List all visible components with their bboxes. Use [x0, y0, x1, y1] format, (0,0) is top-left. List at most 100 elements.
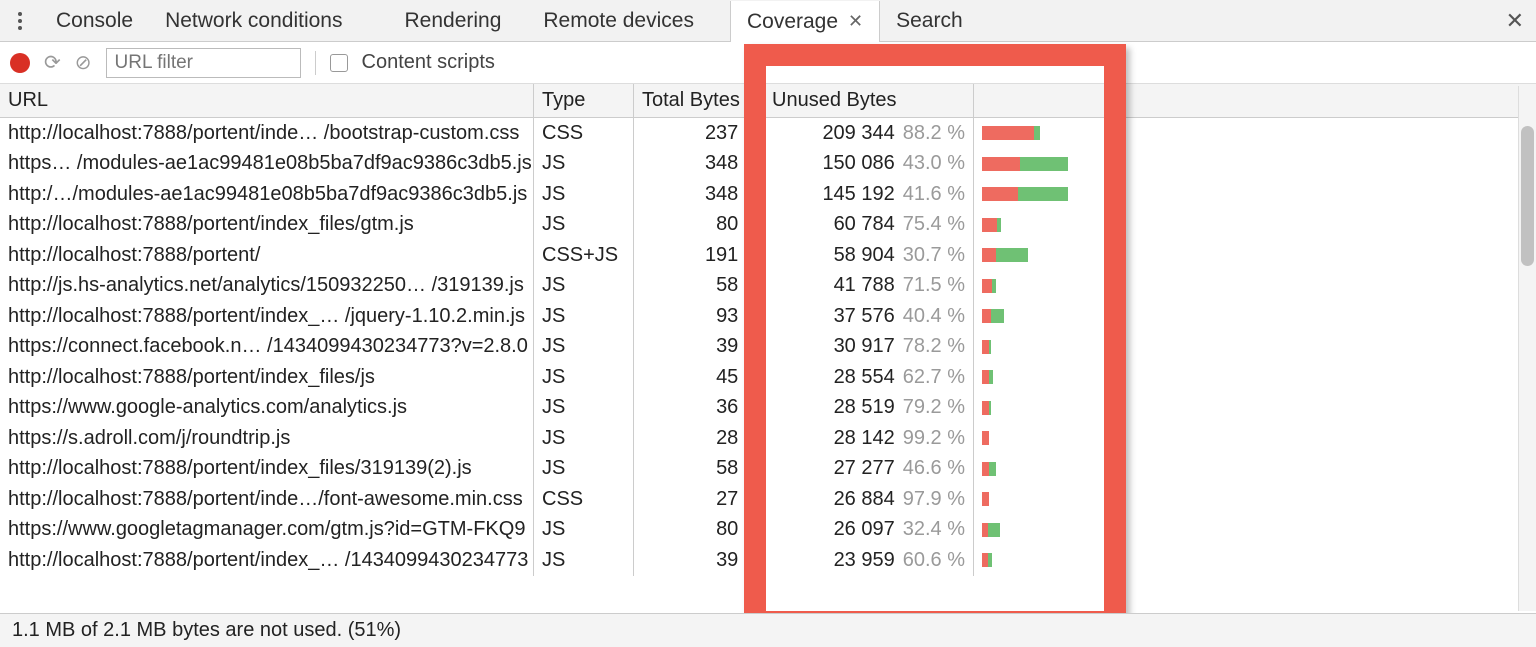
coverage-toolbar: ⟳ ⊘ Content scripts — [0, 42, 1536, 84]
tab-console[interactable]: Console — [40, 0, 149, 41]
cell-total: 191 6 — [634, 240, 764, 271]
cell-total: 45 5 — [634, 362, 764, 393]
cell-total: 27 4 — [634, 484, 764, 515]
cell-total: 58 4 — [634, 271, 764, 302]
cell-total: 93 0 — [634, 301, 764, 332]
cell-total: 237 4 — [634, 118, 764, 149]
cell-bar — [974, 149, 1124, 180]
url-filter-input[interactable] — [106, 48, 301, 78]
cell-url: http://localhost:7888/portent/index_… /1… — [0, 545, 534, 576]
cell-bar — [974, 484, 1124, 515]
cell-bar — [974, 179, 1124, 210]
cell-type: JS — [534, 149, 634, 180]
cell-type: JS — [534, 179, 634, 210]
cell-unused: 28 51979.2 % — [764, 393, 974, 424]
table-row[interactable]: http://localhost:7888/portent/index_… /1… — [0, 545, 1536, 576]
table-row[interactable]: https://s.adroll.com/j/roundtrip.jsJS28 … — [0, 423, 1536, 454]
drawer-tabbar: Console Network conditions Rendering Rem… — [0, 0, 1536, 42]
content-scripts-checkbox[interactable] — [330, 54, 348, 72]
cell-url: http://localhost:7888/portent/inde… /boo… — [0, 118, 534, 149]
table-row[interactable]: http://localhost:7888/portent/index_file… — [0, 454, 1536, 485]
cell-total: 80 5 — [634, 515, 764, 546]
cell-type: JS — [534, 271, 634, 302]
cell-bar — [974, 545, 1124, 576]
cell-unused: 26 88497.9 % — [764, 484, 974, 515]
table-row[interactable]: https://www.google-analytics.com/analyti… — [0, 393, 1536, 424]
cell-url: http://js.hs-analytics.net/analytics/150… — [0, 271, 534, 302]
cell-bar — [974, 332, 1124, 363]
col-url[interactable]: URL — [0, 84, 534, 117]
cell-type: JS — [534, 423, 634, 454]
cell-type: JS — [534, 393, 634, 424]
tab-coverage[interactable]: Coverage ✕ — [730, 1, 880, 42]
cell-bar — [974, 362, 1124, 393]
cell-url: https://connect.facebook.n… /14340994302… — [0, 332, 534, 363]
cell-unused: 60 78475.4 % — [764, 210, 974, 241]
cell-type: JS — [534, 332, 634, 363]
cell-url: http://localhost:7888/portent/index_file… — [0, 210, 534, 241]
table-row[interactable]: https://connect.facebook.n… /14340994302… — [0, 332, 1536, 363]
cell-unused: 30 91778.2 % — [764, 332, 974, 363]
table-row[interactable]: http://localhost:7888/portent/inde… /boo… — [0, 118, 1536, 149]
more-menu-icon[interactable] — [0, 12, 40, 30]
cell-type: JS — [534, 362, 634, 393]
coverage-rows: http://localhost:7888/portent/inde… /boo… — [0, 118, 1536, 576]
cell-total: 28 3 — [634, 423, 764, 454]
scrollbar-thumb[interactable] — [1521, 126, 1534, 266]
cell-unused: 28 14299.2 % — [764, 423, 974, 454]
vertical-scrollbar[interactable] — [1518, 86, 1536, 611]
reload-icon[interactable]: ⟳ — [44, 50, 61, 75]
cell-url: http://localhost:7888/portent/index_file… — [0, 454, 534, 485]
cell-total: 348 7 — [634, 149, 764, 180]
clear-icon[interactable]: ⊘ — [75, 50, 92, 75]
cell-bar — [974, 118, 1124, 149]
cell-total: 36 0 — [634, 393, 764, 424]
cell-unused: 41 78871.5 % — [764, 271, 974, 302]
cell-type: CSS+JS — [534, 240, 634, 271]
table-row[interactable]: http:/…/modules-ae1ac99481e08b5ba7df9ac9… — [0, 179, 1536, 210]
cell-bar — [974, 301, 1124, 332]
cell-unused: 150 08643.0 % — [764, 149, 974, 180]
cell-type: CSS — [534, 484, 634, 515]
table-row[interactable]: http://localhost:7888/portent/index_… /j… — [0, 301, 1536, 332]
table-header: URL Type Total Bytes Unused Bytes — [0, 84, 1536, 118]
cell-bar — [974, 271, 1124, 302]
col-total[interactable]: Total Bytes — [634, 84, 764, 117]
cell-bar — [974, 240, 1124, 271]
table-row[interactable]: http://localhost:7888/portent/inde…/font… — [0, 484, 1536, 515]
table-row[interactable]: http://localhost:7888/portent/CSS+JS191 … — [0, 240, 1536, 271]
col-unused[interactable]: Unused Bytes — [764, 84, 974, 117]
cell-total: 348 7 — [634, 179, 764, 210]
cell-bar — [974, 210, 1124, 241]
separator — [315, 51, 316, 75]
table-row[interactable]: http://localhost:7888/portent/index_file… — [0, 210, 1536, 241]
table-row[interactable]: http://localhost:7888/portent/index_file… — [0, 362, 1536, 393]
cell-total: 39 5 — [634, 545, 764, 576]
tab-network-conditions[interactable]: Network conditions — [149, 0, 358, 41]
cell-bar — [974, 515, 1124, 546]
cell-type: CSS — [534, 118, 634, 149]
close-drawer-icon[interactable]: ✕ — [1506, 8, 1524, 34]
cell-type: JS — [534, 301, 634, 332]
cell-url: https://www.google-analytics.com/analyti… — [0, 393, 534, 424]
cell-bar — [974, 454, 1124, 485]
cell-unused: 26 09732.4 % — [764, 515, 974, 546]
cell-type: JS — [534, 454, 634, 485]
tab-search[interactable]: Search — [880, 0, 979, 41]
cell-bar — [974, 393, 1124, 424]
table-row[interactable]: http://js.hs-analytics.net/analytics/150… — [0, 271, 1536, 302]
cell-total: 58 4 — [634, 454, 764, 485]
cell-url: http://localhost:7888/portent/inde…/font… — [0, 484, 534, 515]
cell-url: http://localhost:7888/portent/ — [0, 240, 534, 271]
cell-unused: 23 95960.6 % — [764, 545, 974, 576]
tab-rendering[interactable]: Rendering — [388, 0, 517, 41]
close-icon[interactable]: ✕ — [848, 11, 863, 32]
table-row[interactable]: https://www.googletagmanager.com/gtm.js?… — [0, 515, 1536, 546]
tab-remote-devices[interactable]: Remote devices — [527, 0, 710, 41]
col-type[interactable]: Type — [534, 84, 634, 117]
record-button[interactable] — [10, 53, 30, 73]
table-row[interactable]: https… /modules-ae1ac99481e08b5ba7df9ac9… — [0, 149, 1536, 180]
cell-url: http://localhost:7888/portent/index_… /j… — [0, 301, 534, 332]
cell-url: https://s.adroll.com/j/roundtrip.js — [0, 423, 534, 454]
cell-url: https://www.googletagmanager.com/gtm.js?… — [0, 515, 534, 546]
